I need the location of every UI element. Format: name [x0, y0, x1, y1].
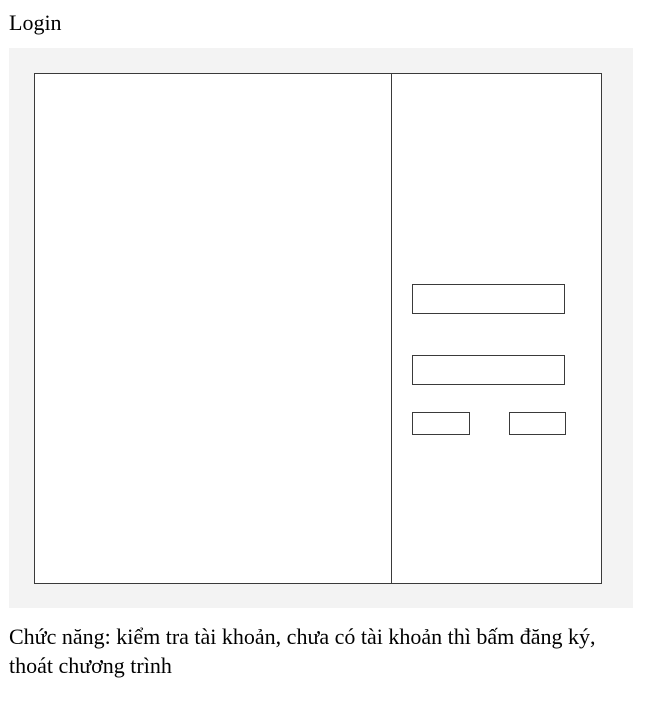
username-input[interactable] [412, 284, 565, 314]
register-button[interactable] [509, 412, 566, 435]
wireframe-canvas [9, 48, 633, 608]
login-button[interactable] [412, 412, 470, 435]
function-description: Chức năng: kiểm tra tài khoản, chưa có t… [9, 624, 596, 678]
right-form-panel [392, 74, 601, 583]
password-input[interactable] [412, 355, 565, 385]
login-window-frame [34, 73, 602, 584]
page-heading: Login [9, 10, 62, 35]
left-image-panel [35, 74, 392, 583]
